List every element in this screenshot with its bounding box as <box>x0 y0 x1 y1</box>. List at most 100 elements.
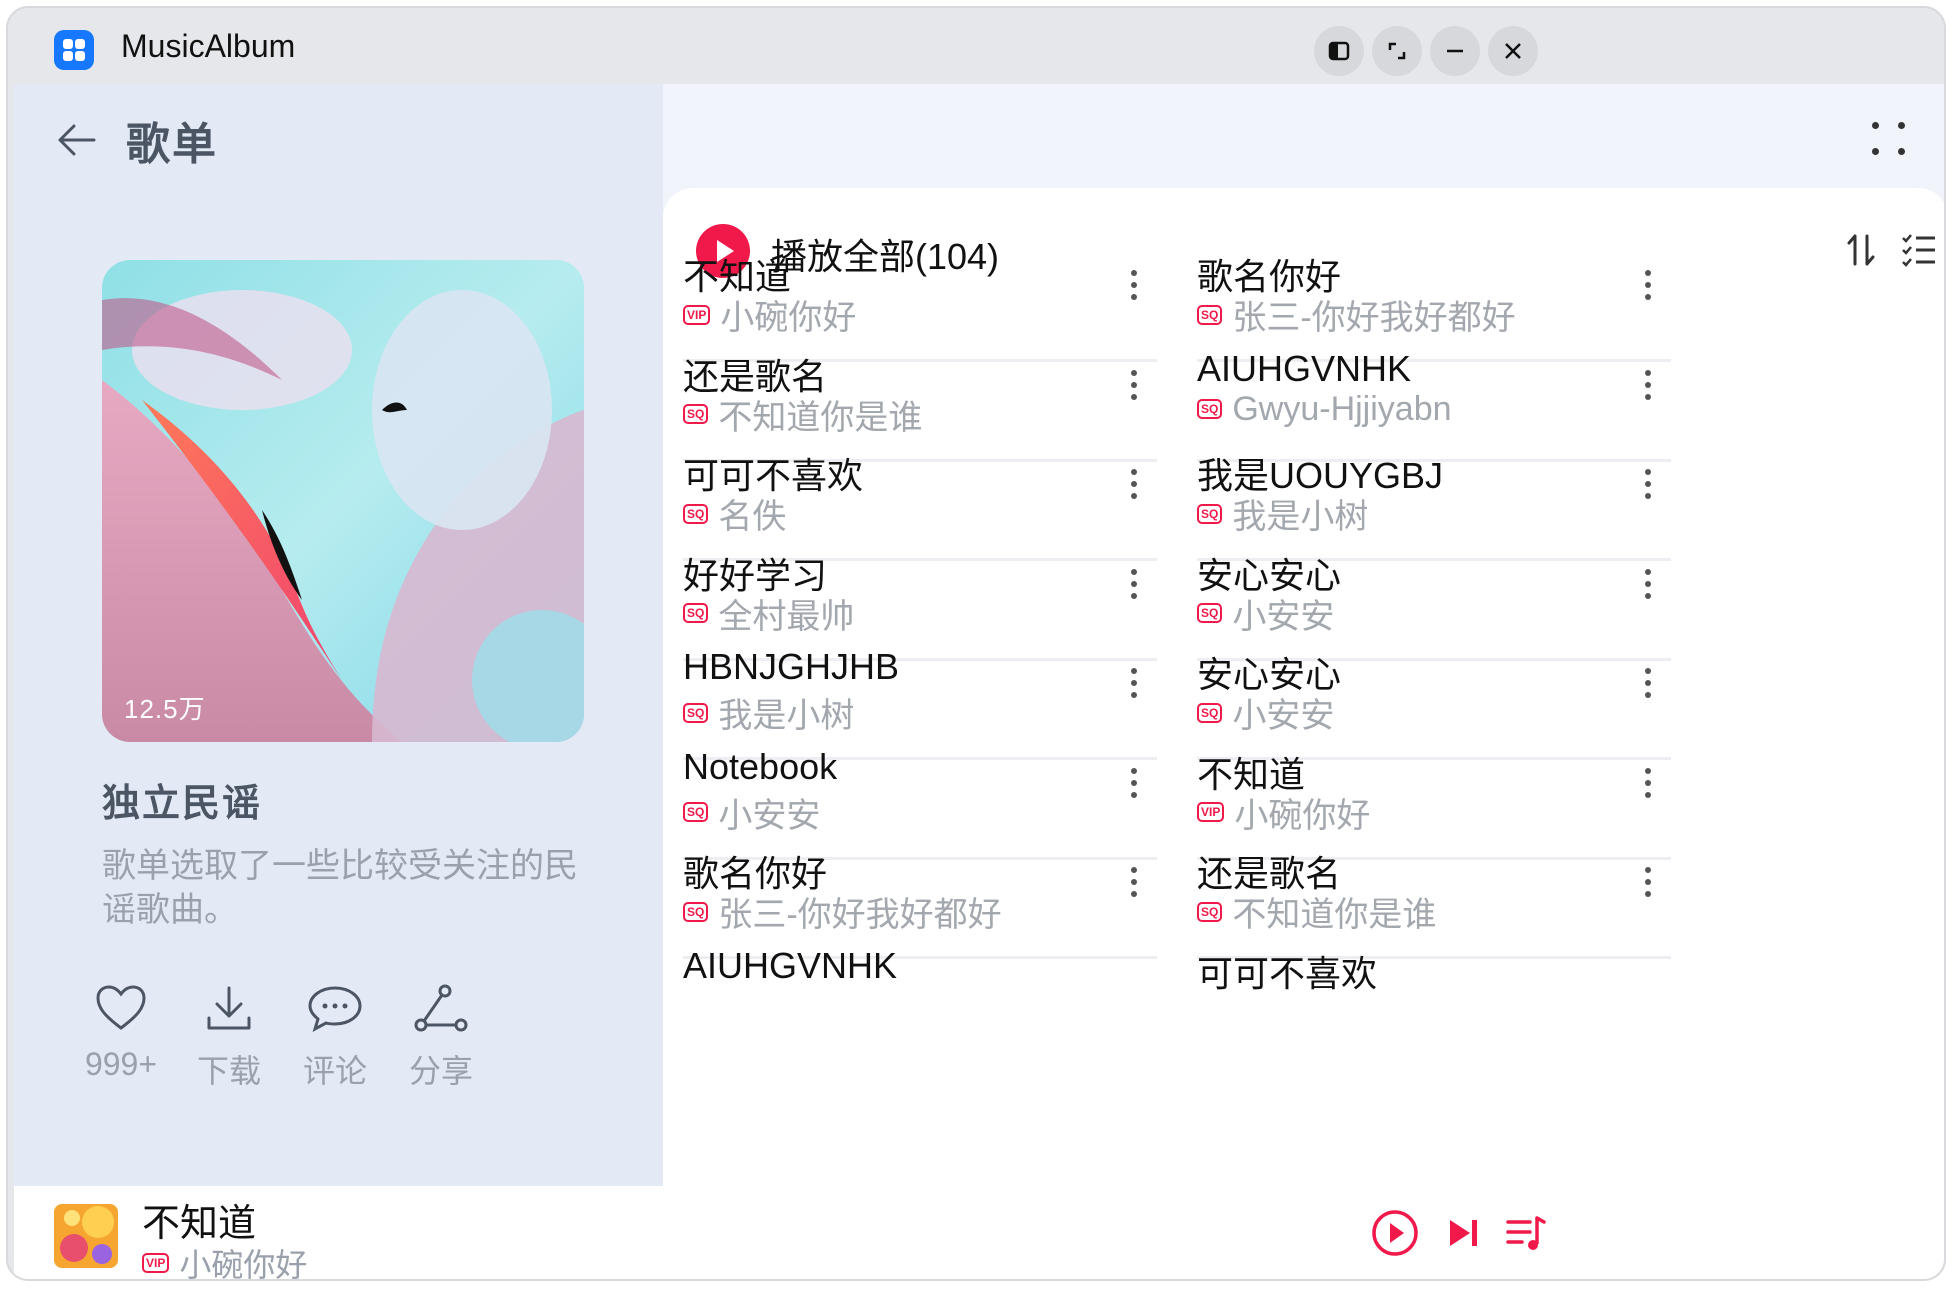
sq-badge: SQ <box>1197 399 1223 419</box>
comment-label: 评论 <box>302 1053 367 1089</box>
song-artist: 我是小树 <box>1232 498 1369 536</box>
now-playing-artist-line: VIP 小碗你好 <box>142 1240 308 1281</box>
song-title: AIUHGVNHK <box>683 944 898 986</box>
song-more-icon[interactable] <box>1643 461 1651 521</box>
song-more-icon[interactable] <box>1129 859 1137 919</box>
now-playing-bar[interactable]: 不知道 VIP 小碗你好 <box>14 1186 1944 1281</box>
sq-badge: SQ <box>683 404 709 424</box>
song-artist-line: SQ 名佚 <box>683 489 786 538</box>
song-artist-line: SQ 张三-你好我好都好 <box>1197 290 1516 339</box>
download-button[interactable]: 下载 <box>174 984 284 1092</box>
song-more-icon[interactable] <box>1129 362 1137 422</box>
song-artist: 小安安 <box>718 796 821 835</box>
now-playing-title: 不知道 <box>142 1203 257 1245</box>
title-bar: MusicAlbum <box>8 8 1944 84</box>
comment-button[interactable]: 评论 <box>280 984 390 1092</box>
now-playing-artist: 小碗你好 <box>179 1247 308 1281</box>
download-label: 下载 <box>196 1053 261 1089</box>
app-title: MusicAlbum <box>121 28 296 64</box>
song-artist: 小安安 <box>1232 597 1335 636</box>
song-artist-line: SQ 小安安 <box>683 788 820 837</box>
minimize-icon <box>1447 49 1463 53</box>
song-more-icon[interactable] <box>1129 760 1137 820</box>
sq-badge: SQ <box>1197 901 1223 922</box>
song-more-icon[interactable] <box>1129 461 1137 521</box>
song-list-panel: 播放全部(104) 不知道 VIP 小碗你好 歌名你好 SQ 张三-你好我好都好 还是歌名 S… <box>663 188 1944 1186</box>
next-track-button[interactable] <box>1442 1208 1486 1258</box>
sort-icon[interactable] <box>1841 230 1881 270</box>
song-artist-line: VIP 小碗你好 <box>683 290 856 339</box>
more-options-icon[interactable] <box>1872 122 1908 158</box>
song-title: 可可不喜欢 <box>1197 952 1378 994</box>
play-pause-button[interactable] <box>1370 1208 1420 1258</box>
sq-badge: SQ <box>1197 503 1223 524</box>
song-more-icon[interactable] <box>1129 660 1137 720</box>
song-artist-line: SQ 张三-你好我好都好 <box>683 887 1002 936</box>
play-count: 12.5万 <box>124 694 206 724</box>
maximize-icon <box>1388 42 1406 60</box>
playlist-queue-button[interactable] <box>1504 1208 1548 1258</box>
favorite-button[interactable]: 999+ <box>66 984 176 1083</box>
sq-badge: SQ <box>683 503 709 524</box>
song-more-icon[interactable] <box>1643 362 1651 422</box>
song-artist-line: SQ 我是小树 <box>683 688 854 737</box>
multi-select-icon[interactable] <box>1899 230 1939 270</box>
sq-badge: SQ <box>683 901 709 922</box>
minimize-button[interactable] <box>1430 26 1480 76</box>
song-artist-line: VIP 小碗你好 <box>1197 788 1370 837</box>
song-more-icon[interactable] <box>1643 660 1651 720</box>
song-more-icon[interactable] <box>1643 561 1651 621</box>
playlist-info-panel: 歌单 12.5万 独立民谣 歌单选取了一些比较受关注的民谣歌曲。 999+ 下载… <box>14 84 663 1186</box>
comment-icon <box>308 986 362 1032</box>
sq-badge: SQ <box>1197 304 1223 325</box>
song-artist: 小安安 <box>1232 697 1335 735</box>
song-artist: 不知道你是谁 <box>1232 896 1437 934</box>
song-more-icon[interactable] <box>1643 859 1651 919</box>
song-more-icon[interactable] <box>1643 262 1651 322</box>
page-title: 歌单 <box>126 120 218 169</box>
song-title: AIUHGVNHK <box>1197 347 1412 389</box>
song-item[interactable]: AIUHGVNHK <box>663 935 1157 1059</box>
song-artist-line: SQ 不知道你是谁 <box>1197 887 1436 936</box>
album-cover-art <box>102 260 584 742</box>
favorite-count: 999+ <box>84 1046 158 1082</box>
song-more-icon[interactable] <box>1129 561 1137 621</box>
close-icon <box>1505 43 1521 59</box>
song-artist-line: SQ 不知道你是谁 <box>683 390 922 439</box>
app-window: MusicAlbum 歌单 12.5万 独立民谣 歌单选取了一些比较受关注的民谣… <box>6 6 1946 1281</box>
song-artist: 张三-你好我好都好 <box>718 896 1002 934</box>
share-label: 分享 <box>408 1053 473 1089</box>
song-artist: 我是小树 <box>718 697 855 735</box>
album-cover[interactable]: 12.5万 <box>102 260 584 742</box>
song-more-icon[interactable] <box>1643 760 1651 820</box>
song-artist-line: SQ 小安安 <box>1197 589 1334 638</box>
song-artist-line: SQ 我是小树 <box>1197 489 1368 538</box>
now-playing-cover[interactable] <box>54 1204 118 1268</box>
album-name: 独立民谣 <box>102 783 263 825</box>
share-icon <box>414 984 468 1032</box>
song-artist: 张三-你好我好都好 <box>1232 299 1516 337</box>
song-artist: 全村最帅 <box>718 597 855 636</box>
share-button[interactable]: 分享 <box>386 984 496 1092</box>
split-window-icon <box>1328 41 1350 61</box>
sq-badge: SQ <box>1197 702 1223 723</box>
heart-icon <box>96 985 146 1030</box>
song-title: Notebook <box>683 745 838 787</box>
song-artist: Gwyu-Hjjiyabn <box>1232 389 1452 428</box>
back-arrow-icon[interactable] <box>54 118 98 162</box>
vip-badge: VIP <box>683 304 711 325</box>
app-icon <box>54 30 94 70</box>
song-more-icon[interactable] <box>1129 262 1137 322</box>
sq-badge: SQ <box>683 702 709 723</box>
song-artist: 小碗你好 <box>1234 796 1371 835</box>
song-artist-line: SQ Gwyu-Hjjiyabn <box>1197 390 1452 429</box>
song-artist: 不知道你是谁 <box>718 398 923 437</box>
song-item[interactable]: 可可不喜欢 <box>1177 935 1671 1059</box>
song-artist: 名佚 <box>718 498 787 536</box>
split-window-button[interactable] <box>1314 26 1364 76</box>
song-artist-line: SQ 小安安 <box>1197 688 1334 737</box>
close-button[interactable] <box>1488 26 1538 76</box>
sq-badge: SQ <box>683 603 709 623</box>
vip-badge: VIP <box>1197 802 1225 822</box>
maximize-button[interactable] <box>1372 26 1422 76</box>
